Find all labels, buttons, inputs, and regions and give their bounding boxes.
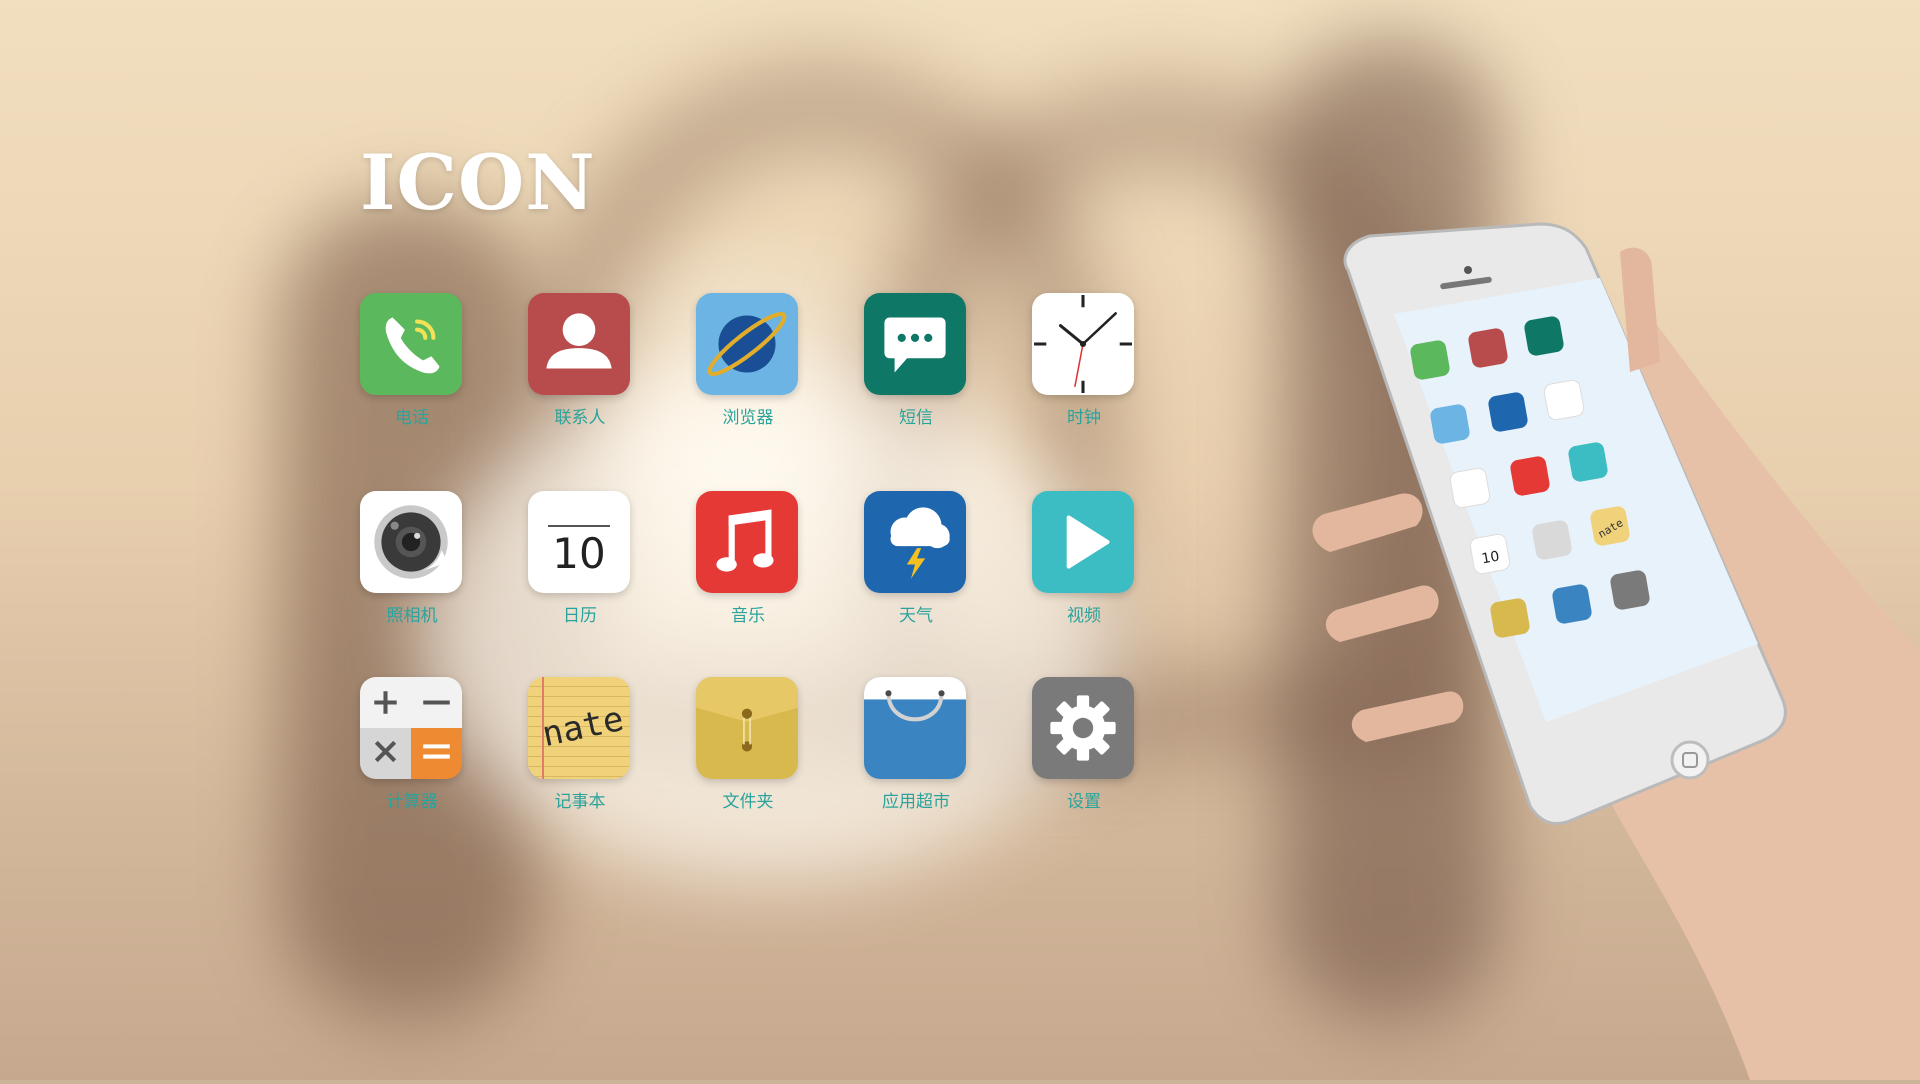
- app-calendar[interactable]: 10 日历: [528, 491, 632, 626]
- app-label: 设置: [1067, 792, 1101, 812]
- camera-icon: [360, 491, 462, 593]
- app-camera[interactable]: 照相机: [360, 491, 464, 626]
- app-label: 视频: [1067, 606, 1101, 626]
- calendar-day: 10: [552, 529, 606, 578]
- app-label: 音乐: [731, 606, 765, 626]
- app-weather[interactable]: 天气: [864, 491, 968, 626]
- phone-icon-mini-video: [1568, 442, 1608, 482]
- app-settings[interactable]: 设置: [1032, 677, 1136, 812]
- phone-icon-mini-settings: [1610, 570, 1650, 610]
- settings-icon: [1032, 677, 1134, 779]
- app-clock[interactable]: 时钟: [1032, 293, 1136, 428]
- phone-icon-mini-phone: [1410, 340, 1450, 380]
- phone-icon-mini-weather: [1488, 392, 1528, 432]
- phone-icon-mini-folder: [1490, 598, 1530, 638]
- phone-icon-mini-calculator: [1532, 520, 1572, 560]
- video-icon: [1032, 491, 1134, 593]
- app-label: 浏览器: [722, 408, 774, 428]
- app-label: 短信: [899, 408, 933, 428]
- phone-icon-mini-contacts: [1468, 328, 1508, 368]
- page-title: ICON: [360, 138, 596, 227]
- weather-icon: [864, 491, 966, 593]
- calculator-icon: [360, 677, 462, 779]
- app-contacts[interactable]: 联系人: [528, 293, 632, 428]
- app-music[interactable]: 音乐: [696, 491, 800, 626]
- app-label: 计算器: [386, 792, 438, 812]
- phone-icon-mini-app-store: [1552, 584, 1592, 624]
- hand-and-phone: 10 nate: [1312, 222, 1920, 1080]
- browser-icon: [696, 293, 798, 395]
- app-label: 日历: [563, 606, 597, 626]
- message-icon: [864, 293, 966, 395]
- phone-icon-mini-camera: [1449, 467, 1491, 509]
- app-store[interactable]: 应用超市: [864, 677, 968, 812]
- app-store-icon: [864, 677, 966, 779]
- app-label: 联系人: [554, 408, 606, 428]
- calendar-icon: 10: [528, 491, 630, 593]
- phone-icon-mini-clock: [1543, 379, 1585, 421]
- app-label: 天气: [899, 606, 933, 626]
- app-label: 时钟: [1067, 408, 1101, 428]
- app-folder[interactable]: 文件夹: [696, 677, 800, 812]
- folder-icon: [696, 677, 798, 779]
- phone-mini-calendar-day: 10: [1480, 549, 1500, 568]
- phone-icon-mini-messages: [1524, 316, 1564, 356]
- notepad-text: nate: [538, 698, 628, 756]
- app-messages[interactable]: 短信: [864, 293, 968, 428]
- app-label: 文件夹: [722, 792, 774, 812]
- app-notepad[interactable]: nate 记事本: [528, 677, 632, 812]
- contacts-icon: [528, 293, 630, 395]
- phone-icon-mini-music: [1510, 456, 1550, 496]
- phone-illustration: 10 nate: [1280, 222, 1920, 1080]
- app-phone[interactable]: 电话: [360, 293, 464, 428]
- app-video[interactable]: 视频: [1032, 491, 1136, 626]
- app-label: 电话: [395, 408, 429, 428]
- app-label: 照相机: [386, 606, 438, 626]
- app-browser[interactable]: 浏览器: [696, 293, 800, 428]
- phone-icon-mini-browser: [1430, 404, 1470, 444]
- app-calculator[interactable]: 计算器: [360, 677, 464, 812]
- icon-grid: 电话 联系人 浏览器 短信 时钟 照相机 10 日历 音乐 天气 视频 计算器 …: [360, 293, 1136, 833]
- app-label: 应用超市: [882, 792, 950, 812]
- app-label: 记事本: [554, 792, 606, 812]
- music-icon: [696, 491, 798, 593]
- clock-icon: [1032, 293, 1134, 395]
- phone-icon: [360, 293, 462, 395]
- notepad-icon: nate: [528, 677, 630, 779]
